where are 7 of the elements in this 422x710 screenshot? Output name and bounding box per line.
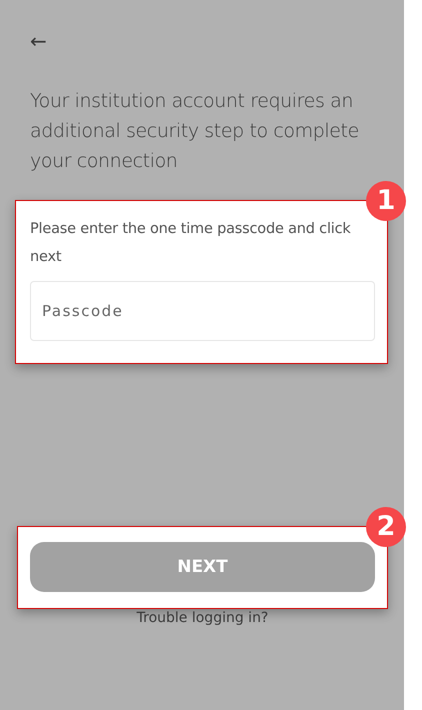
heading: Your institution account requires an additional security step to complete your connection <box>30 89 360 174</box>
step-badge: 1 <box>366 181 406 221</box>
trouble-link[interactable]: Trouble logging in? <box>136 610 268 626</box>
back-button[interactable]: ← <box>26 26 51 56</box>
step-badge: 2 <box>366 507 406 547</box>
instruction-text: Please enter the one time passcode and click next <box>30 220 352 267</box>
passcode-field[interactable]: Passcode <box>30 281 375 341</box>
